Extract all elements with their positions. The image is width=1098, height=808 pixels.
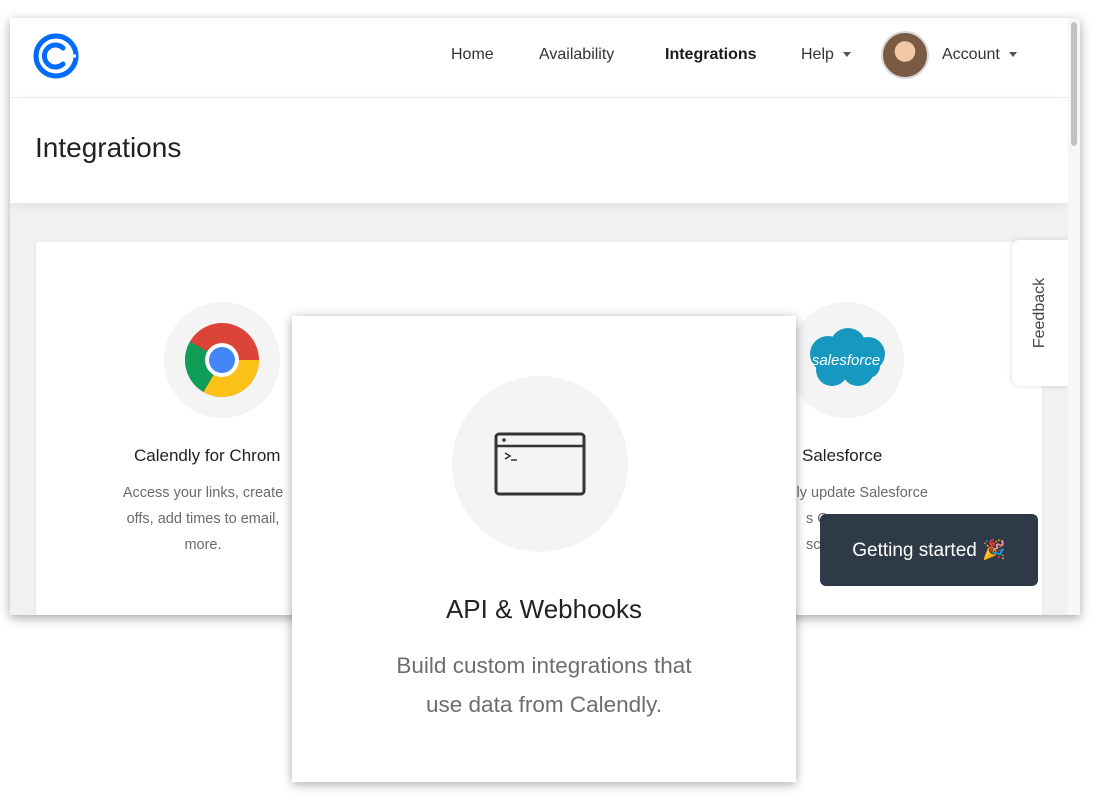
calendly-logo-icon[interactable] (32, 32, 80, 80)
scrollbar-thumb[interactable] (1071, 22, 1077, 146)
chevron-down-icon (1008, 52, 1017, 58)
api-desc-line: Build custom integrations that (396, 653, 692, 678)
getting-started-button[interactable]: Getting started 🎉 (820, 514, 1038, 586)
chrome-tile-icon-bg[interactable] (164, 302, 280, 418)
salesforce-desc-line: cally update Salesforce (778, 485, 928, 501)
avatar[interactable] (881, 31, 929, 79)
chrome-icon (185, 323, 259, 397)
terminal-window-icon (494, 432, 586, 496)
feedback-tab[interactable]: Feedback (1012, 240, 1068, 386)
chrome-desc-line: Access your links, create (122, 485, 284, 501)
api-webhooks-desc: Build custom integrations that use data … (352, 646, 736, 724)
chevron-down-icon (842, 52, 851, 58)
feedback-label: Feedback (1031, 277, 1048, 349)
salesforce-integration-title[interactable]: Salesforce (802, 446, 882, 466)
nav-account-dropdown[interactable]: Account (942, 46, 1017, 64)
nav-home-link[interactable]: Home (451, 46, 494, 64)
salesforce-icon: salesforce (810, 328, 885, 386)
chrome-integration-desc: Access your links, create offs, add time… (98, 480, 308, 558)
nav-help-dropdown[interactable]: Help (801, 46, 851, 64)
api-desc-line: use data from Calendly. (426, 692, 662, 717)
api-icon-bg (452, 376, 628, 552)
nav-help-label: Help (801, 46, 834, 63)
api-webhooks-title: API & Webhooks (445, 594, 643, 624)
chrome-integration-title[interactable]: Calendly for Chrom (134, 446, 280, 466)
nav-integrations-link[interactable]: Integrations (665, 46, 757, 64)
nav-account-label: Account (942, 46, 1000, 63)
salesforce-logo-text: salesforce (812, 352, 880, 369)
chrome-desc-line: more. (184, 537, 222, 553)
api-webhooks-card[interactable]: API & Webhooks Build custom integrations… (292, 316, 796, 782)
top-nav-bar: Home Availability Integrations Help Acco… (10, 18, 1068, 98)
salesforce-tile-icon-bg[interactable]: salesforce (788, 302, 904, 418)
page-title: Integrations (35, 132, 182, 163)
chrome-desc-line: offs, add times to email, (126, 511, 280, 527)
nav-availability-link[interactable]: Availability (539, 46, 614, 64)
